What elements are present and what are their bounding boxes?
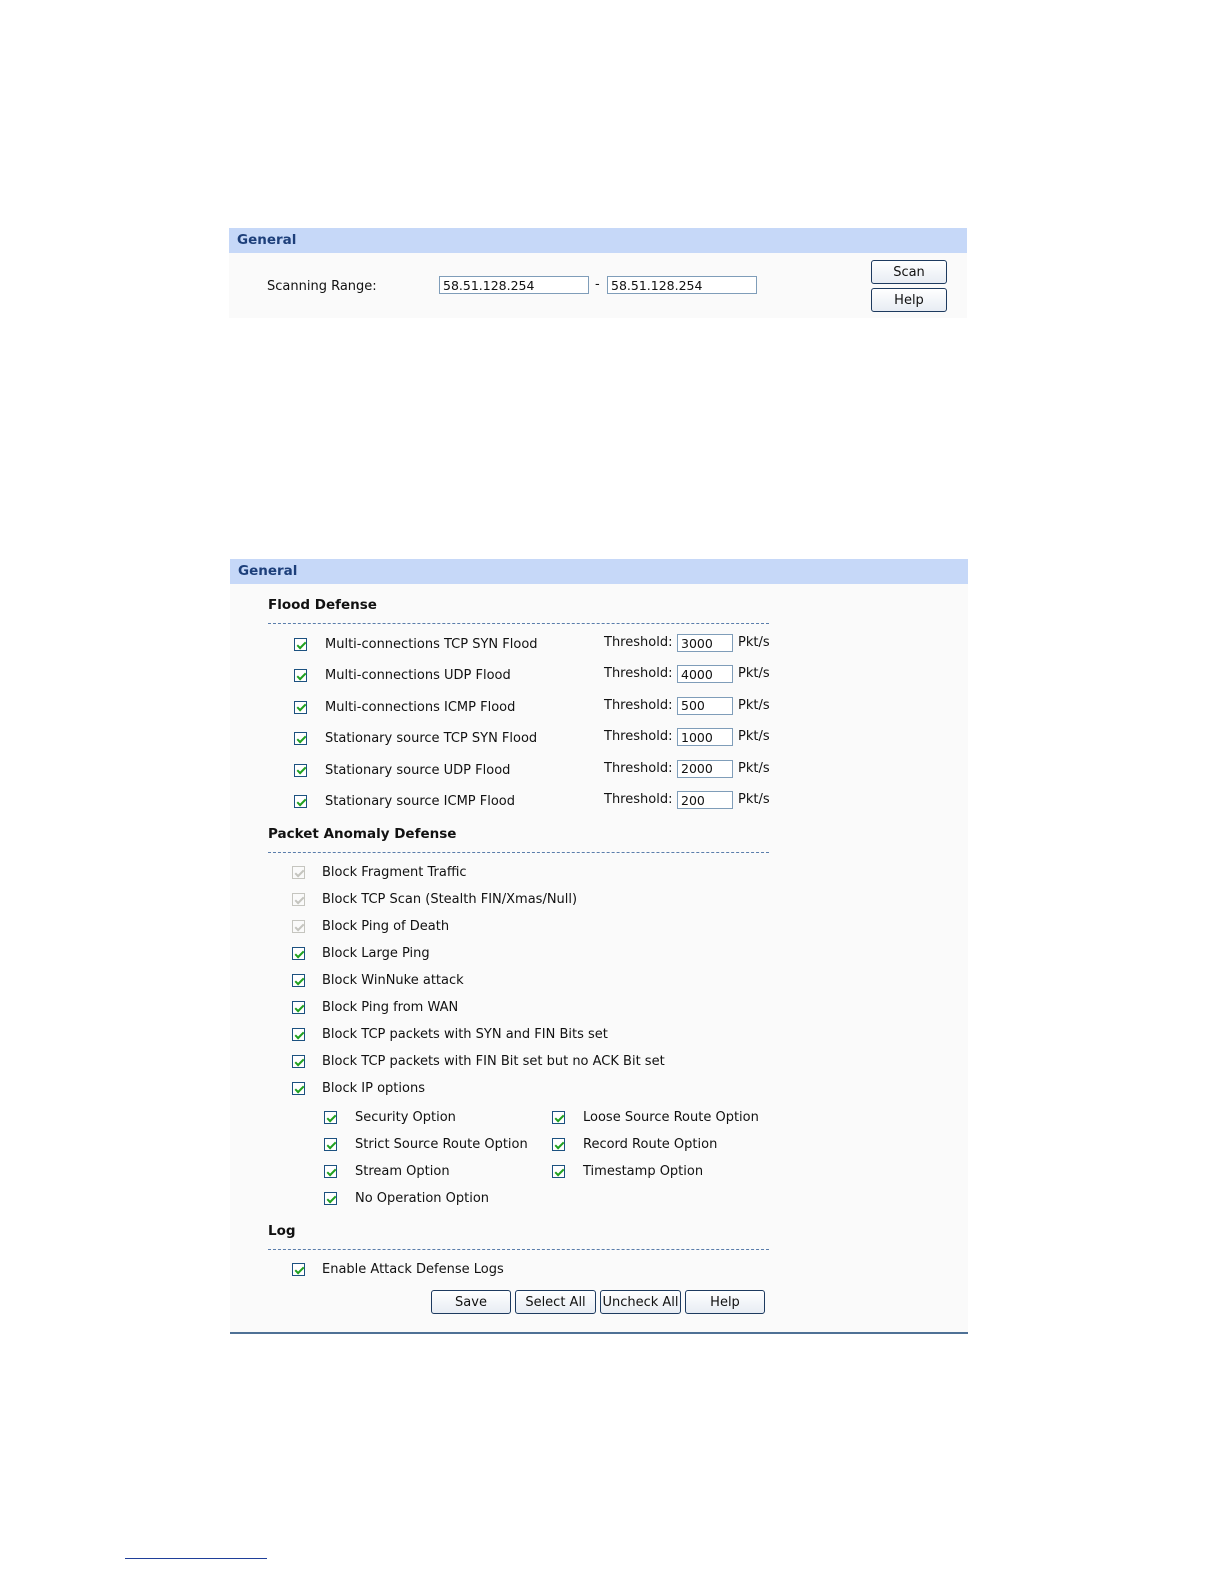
threshold-label: Threshold:	[604, 666, 673, 682]
uncheck-all-button[interactable]: Uncheck All	[600, 1290, 681, 1314]
threshold-unit: Pkt/s	[738, 729, 770, 745]
ip-option-checkbox[interactable]	[324, 1111, 337, 1124]
ip-option-checkbox[interactable]	[552, 1138, 565, 1151]
anomaly-checkbox[interactable]	[292, 974, 305, 987]
defense-panel: General Flood Defense Multi-connections …	[230, 559, 968, 1334]
save-button[interactable]: Save	[431, 1290, 511, 1314]
threshold-input[interactable]	[677, 759, 733, 778]
ip-option-label: Security Option	[355, 1110, 456, 1125]
scan-panel: General Scanning Range: - Scan Help	[229, 228, 967, 318]
flood-defense-title: Flood Defense	[268, 597, 377, 613]
anomaly-item-label: Block Ping from WAN	[322, 1000, 459, 1015]
threshold-unit: Pkt/s	[738, 697, 770, 713]
threshold-label: Threshold:	[604, 760, 673, 776]
anomaly-divider	[268, 852, 769, 853]
threshold-unit: Pkt/s	[738, 792, 770, 807]
log-title: Log	[268, 1223, 296, 1239]
ip-option-checkbox[interactable]	[552, 1111, 565, 1124]
defense-panel-title: General	[230, 559, 968, 584]
ip-option-label: Stream Option	[355, 1164, 450, 1179]
ip-option-checkbox[interactable]	[324, 1192, 337, 1205]
ip-option-label: Strict Source Route Option	[355, 1137, 528, 1152]
flood-checkbox[interactable]	[294, 700, 307, 714]
log-divider	[268, 1249, 769, 1250]
defense-help-button[interactable]: Help	[685, 1290, 765, 1314]
scanning-range-label: Scanning Range:	[267, 279, 377, 294]
anomaly-item-label: Block TCP packets with FIN Bit set but n…	[322, 1054, 665, 1069]
ip-option-label: Timestamp Option	[583, 1164, 704, 1179]
range-start-input[interactable]	[439, 276, 589, 294]
ip-option-label: Record Route Option	[583, 1137, 718, 1152]
flood-item-label: Multi-connections ICMP Flood	[325, 699, 516, 715]
flood-item-label: Stationary source TCP SYN Flood	[325, 731, 538, 747]
scan-button[interactable]: Scan	[871, 260, 947, 284]
flood-checkbox[interactable]	[294, 638, 307, 651]
threshold-unit: Pkt/s	[738, 666, 770, 682]
anomaly-item-label: Block Large Ping	[322, 946, 430, 961]
anomaly-checkbox[interactable]	[292, 1055, 305, 1068]
ip-option-label: No Operation Option	[355, 1191, 490, 1206]
range-separator: -	[595, 277, 600, 292]
flood-checkbox[interactable]	[294, 732, 307, 746]
anomaly-checkbox	[292, 920, 305, 933]
enable-logs-label: Enable Attack Defense Logs	[322, 1262, 504, 1277]
anomaly-item-label: Block Ping of Death	[322, 919, 450, 934]
anomaly-defense-title: Packet Anomaly Defense	[268, 826, 457, 842]
flood-item-label: Stationary source UDP Flood	[325, 762, 511, 778]
anomaly-item-label: Block TCP Scan (Stealth FIN/Xmas/Null)	[322, 892, 578, 907]
flood-divider	[268, 623, 769, 624]
flood-checkbox[interactable]	[294, 763, 307, 777]
anomaly-checkbox[interactable]	[292, 1028, 305, 1041]
anomaly-item-label: Block TCP packets with SYN and FIN Bits …	[322, 1027, 608, 1042]
flood-checkbox[interactable]	[294, 669, 307, 683]
flood-item-label: Multi-connections UDP Flood	[325, 668, 511, 684]
flood-checkbox[interactable]	[294, 795, 307, 808]
threshold-label: Threshold:	[604, 635, 673, 650]
scan-help-button[interactable]: Help	[871, 288, 947, 312]
anomaly-checkbox	[292, 893, 305, 906]
anomaly-checkbox[interactable]	[292, 947, 305, 960]
anomaly-checkbox[interactable]	[292, 1082, 305, 1095]
scan-panel-title: General	[229, 228, 967, 253]
flood-item-label: Multi-connections TCP SYN Flood	[325, 637, 538, 652]
ip-option-label: Loose Source Route Option	[583, 1110, 759, 1125]
threshold-input[interactable]	[677, 728, 733, 747]
ip-option-checkbox[interactable]	[324, 1165, 337, 1178]
threshold-input[interactable]	[677, 634, 733, 652]
threshold-label: Threshold:	[604, 792, 673, 807]
anomaly-checkbox[interactable]	[292, 1001, 305, 1014]
threshold-unit: Pkt/s	[738, 635, 770, 650]
threshold-label: Threshold:	[604, 729, 673, 745]
select-all-button[interactable]: Select All	[515, 1290, 596, 1314]
anomaly-item-label: Block Fragment Traffic	[322, 865, 467, 880]
flood-item-label: Stationary source ICMP Flood	[325, 794, 516, 809]
anomaly-item-label: Block WinNuke attack	[322, 973, 464, 988]
threshold-label: Threshold:	[604, 697, 673, 713]
ip-option-checkbox[interactable]	[324, 1138, 337, 1151]
threshold-input[interactable]	[677, 791, 733, 809]
footnote-rule	[125, 1558, 267, 1559]
range-end-input[interactable]	[607, 276, 757, 294]
anomaly-item-label: Block IP options	[322, 1081, 425, 1096]
enable-logs-checkbox[interactable]	[292, 1263, 305, 1276]
threshold-input[interactable]	[677, 696, 733, 715]
threshold-unit: Pkt/s	[738, 760, 770, 776]
threshold-input[interactable]	[677, 665, 733, 684]
anomaly-checkbox	[292, 866, 305, 879]
ip-option-checkbox[interactable]	[552, 1165, 565, 1178]
